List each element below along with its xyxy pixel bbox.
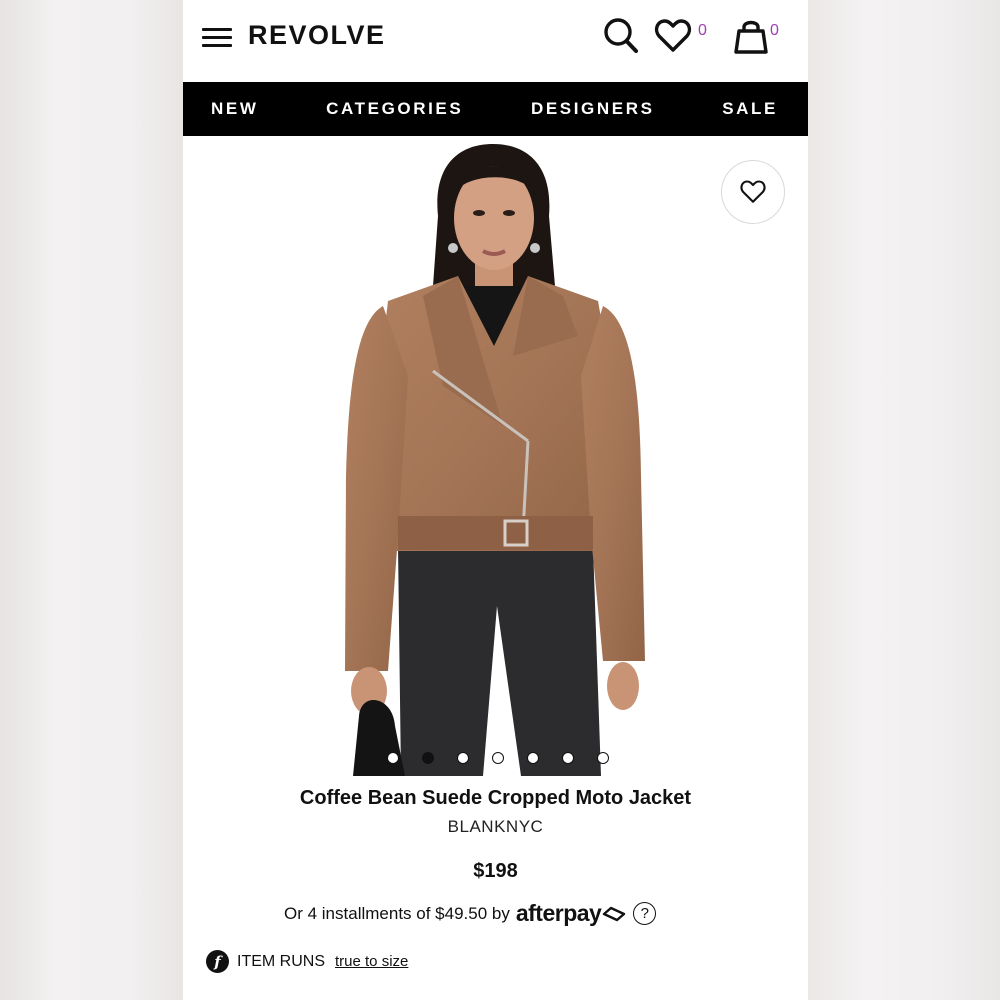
- gallery-dots: [387, 752, 609, 764]
- heart-outline-icon: [740, 180, 766, 203]
- product-gallery[interactable]: [183, 136, 808, 776]
- main-nav: NEW CATEGORIES DESIGNERS SALE: [183, 82, 808, 136]
- gallery-dot[interactable]: [422, 752, 434, 764]
- product-title: Coffee Bean Suede Cropped Moto Jacket: [299, 787, 692, 809]
- gallery-dot[interactable]: [527, 752, 539, 764]
- backdrop-right: [808, 0, 1000, 1000]
- wishlist-heart-icon[interactable]: [653, 16, 693, 61]
- shopping-bag-icon[interactable]: [731, 16, 771, 61]
- site-logo[interactable]: REVOLVE: [248, 20, 386, 51]
- wishlist-count: 0: [698, 22, 707, 39]
- gallery-dot[interactable]: [457, 752, 469, 764]
- gallery-dot[interactable]: [492, 752, 504, 764]
- bag-count: 0: [770, 22, 779, 39]
- fit-logo-icon: f: [206, 950, 229, 973]
- afterpay-installments: Or 4 installments of $49.50 by afterpay …: [284, 900, 657, 927]
- gallery-dot[interactable]: [562, 752, 574, 764]
- product-page: REVOLVE 0 0 NEW CATEGORIES DESIGNERS SAL…: [183, 0, 808, 1000]
- fit-label: ITEM RUNS: [237, 952, 325, 970]
- nav-categories[interactable]: CATEGORIES: [326, 99, 463, 119]
- nav-sale[interactable]: SALE: [722, 99, 778, 119]
- afterpay-arrows-icon: [603, 906, 626, 921]
- nav-designers[interactable]: DESIGNERS: [531, 99, 655, 119]
- product-brand[interactable]: BLANKNYC: [183, 817, 808, 837]
- gallery-dot[interactable]: [597, 752, 609, 764]
- afterpay-logo: afterpay: [515, 900, 602, 926]
- menu-icon[interactable]: [202, 28, 232, 48]
- header: REVOLVE 0 0: [183, 0, 808, 80]
- gallery-dot[interactable]: [387, 752, 399, 764]
- nav-new[interactable]: NEW: [211, 99, 258, 119]
- installments-text: Or 4 installments of $49.50 by: [284, 903, 510, 923]
- fit-value-link[interactable]: true to size: [335, 953, 408, 970]
- search-icon[interactable]: [601, 16, 641, 61]
- add-to-wishlist-button[interactable]: [721, 160, 785, 224]
- fit-info: f ITEM RUNS true to size: [206, 950, 408, 973]
- product-price: $198: [473, 860, 518, 882]
- backdrop-left: [0, 0, 183, 1000]
- product-photo: [345, 144, 645, 776]
- afterpay-help-icon[interactable]: ?: [633, 902, 657, 925]
